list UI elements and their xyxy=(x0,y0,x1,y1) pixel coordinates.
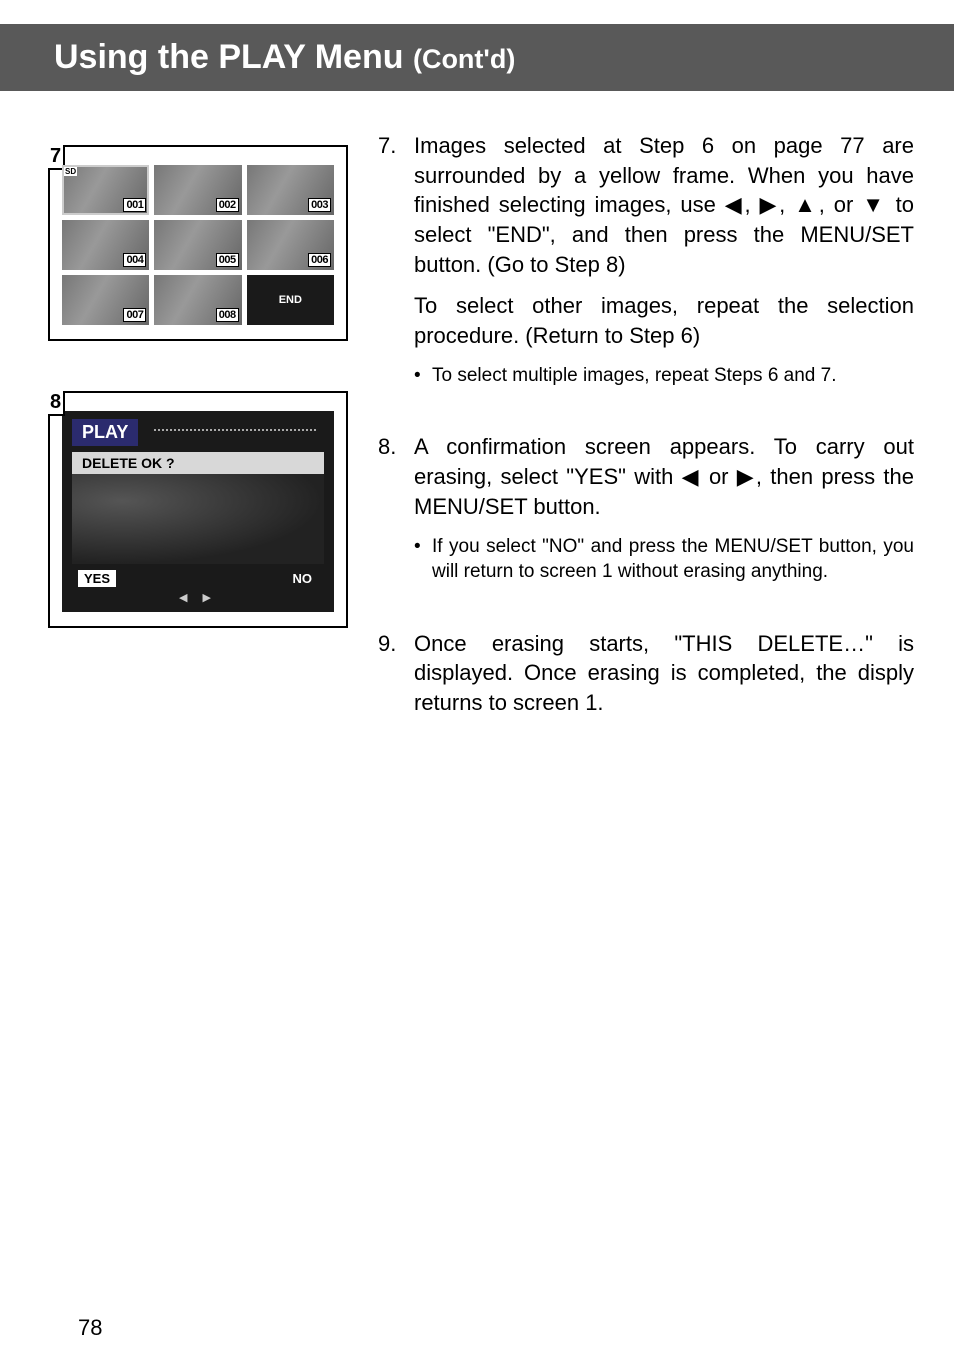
thumb-number: 002 xyxy=(216,198,239,212)
page-title: Using the PLAY Menu (Cont'd) xyxy=(54,38,515,76)
figures-column: 7 SD 001 002 003 004 005 006 007 008 END xyxy=(48,131,348,770)
sd-icon: SD xyxy=(64,167,77,176)
thumb-number: 004 xyxy=(123,253,146,267)
thumbnail[interactable]: 008 xyxy=(154,275,241,325)
figure-number: 8 xyxy=(48,391,65,416)
up-arrow-icon: ▲ xyxy=(794,192,819,217)
delete-question: DELETE OK ? xyxy=(72,452,324,474)
thumb-number: 001 xyxy=(123,198,146,212)
thumbnail-end[interactable]: END xyxy=(247,275,334,325)
confirm-buttons: YES NO xyxy=(62,564,334,589)
figure-7: 7 SD 001 002 003 004 005 006 007 008 END xyxy=(48,145,348,341)
bullet-item: •If you select "NO" and press the MENU/S… xyxy=(414,534,914,585)
step-paragraph: A confirmation screen appears. To carry … xyxy=(414,432,914,521)
step-9: 9. Once erasing starts, "THIS DELETE…" i… xyxy=(378,629,914,730)
step-number: 8. xyxy=(378,432,414,588)
play-header-row: PLAY xyxy=(62,419,334,452)
left-arrow-icon: ◀ xyxy=(725,192,745,217)
bullet-icon: • xyxy=(414,363,432,389)
step-paragraph: Images selected at Step 6 on page 77 are… xyxy=(414,131,914,279)
play-screen: PLAY DELETE OK ? YES NO ◀ ▶ xyxy=(62,411,334,612)
screen-body xyxy=(72,474,324,564)
step-body: Images selected at Step 6 on page 77 are… xyxy=(414,131,914,392)
thumb-number: 003 xyxy=(308,198,331,212)
sub-bullets: •To select multiple images, repeat Steps… xyxy=(414,363,914,389)
title-sub: (Cont'd) xyxy=(413,44,515,74)
thumb-number: 006 xyxy=(308,253,331,267)
page: Using the PLAY Menu (Cont'd) 7 SD 001 00… xyxy=(0,24,954,1369)
play-header: PLAY xyxy=(72,419,138,446)
bullet-item: •To select multiple images, repeat Steps… xyxy=(414,363,914,389)
step-paragraph: To select other images, repeat the selec… xyxy=(414,291,914,350)
thumb-number: 005 xyxy=(216,253,239,267)
steps-list: 7. Images selected at Step 6 on page 77 … xyxy=(378,131,914,730)
step-body: A confirmation screen appears. To carry … xyxy=(414,432,914,588)
thumbnail[interactable]: 007 xyxy=(62,275,149,325)
thumbnail[interactable]: SD 001 xyxy=(62,165,149,215)
bullet-icon: • xyxy=(414,534,432,585)
end-label: END xyxy=(279,294,302,306)
thumbnail[interactable]: 004 xyxy=(62,220,149,270)
step-8: 8. A confirmation screen appears. To car… xyxy=(378,432,914,588)
thumbnail[interactable]: 005 xyxy=(154,220,241,270)
thumbnail[interactable]: 006 xyxy=(247,220,334,270)
step-paragraph: Once erasing starts, "THIS DELETE…" is d… xyxy=(414,629,914,718)
page-number: 78 xyxy=(78,1315,102,1341)
sub-bullets: •If you select "NO" and press the MENU/S… xyxy=(414,534,914,585)
title-main: Using the PLAY Menu xyxy=(54,38,404,76)
step-number: 7. xyxy=(378,131,414,392)
thumb-number: 007 xyxy=(123,308,146,322)
step-7: 7. Images selected at Step 6 on page 77 … xyxy=(378,131,914,392)
step-body: Once erasing starts, "THIS DELETE…" is d… xyxy=(414,629,914,730)
thumbnail[interactable]: 003 xyxy=(247,165,334,215)
dots-rule xyxy=(154,429,316,431)
instructions-column: 7. Images selected at Step 6 on page 77 … xyxy=(378,131,914,770)
yes-button[interactable]: YES xyxy=(78,570,116,587)
title-bar: Using the PLAY Menu (Cont'd) xyxy=(0,24,954,91)
no-button[interactable]: NO xyxy=(287,570,319,587)
right-arrow-icon: ▶ xyxy=(759,192,779,217)
left-arrow-icon: ◀ xyxy=(682,464,701,489)
nav-arrows-icon: ◀ ▶ xyxy=(62,591,334,604)
thumbnail[interactable]: 002 xyxy=(154,165,241,215)
step-number: 9. xyxy=(378,629,414,730)
thumbnail-grid: SD 001 002 003 004 005 006 007 008 END xyxy=(62,165,334,325)
right-arrow-icon: ▶ xyxy=(737,464,756,489)
content-area: 7 SD 001 002 003 004 005 006 007 008 END xyxy=(0,131,954,770)
thumb-number: 008 xyxy=(216,308,239,322)
figure-8: 8 PLAY DELETE OK ? YES NO ◀ ▶ xyxy=(48,391,348,628)
down-arrow-icon: ▼ xyxy=(862,192,887,217)
